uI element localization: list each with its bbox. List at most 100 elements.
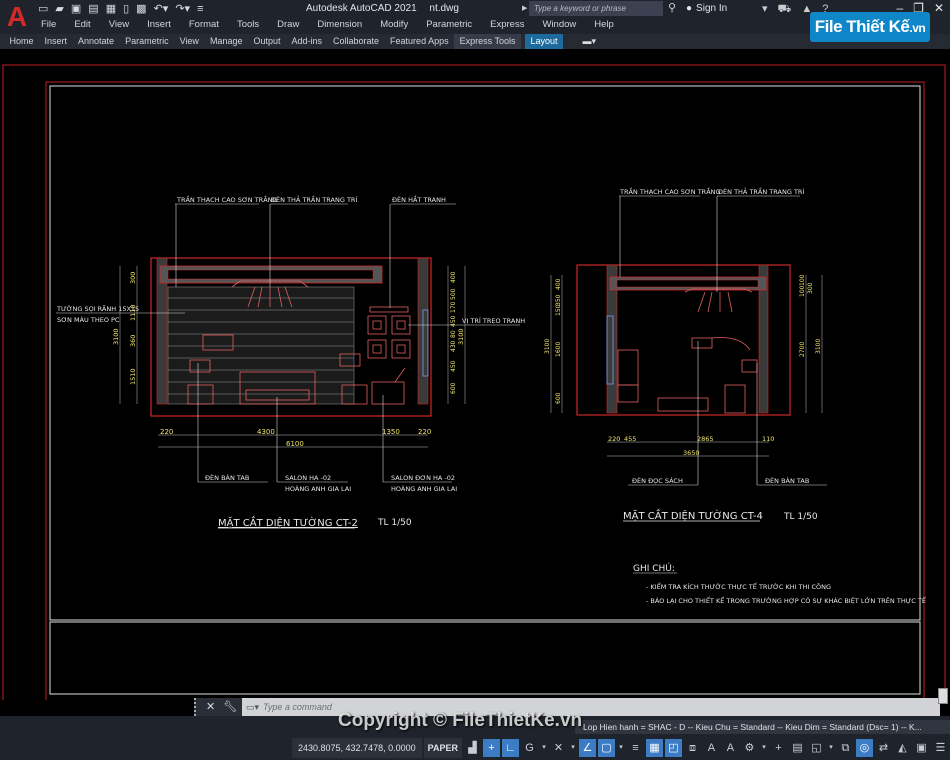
quick-access-toolbar: ▭ ▰ ▣ ▤ ▦ ▯ ▩ ↶▾ ↷▾ ≡ (38, 2, 203, 16)
ct2-label-pendant: ĐÈN THẢ TRẦN TRANG TRÍ (271, 194, 357, 204)
ribbon-options-dropdown-icon[interactable]: ▬▾ (577, 34, 602, 49)
watermark-logo-suffix: .vn (909, 21, 926, 35)
ortho-icon[interactable]: ∟ (501, 739, 519, 757)
tab-view[interactable]: View (174, 34, 204, 49)
tab-add-ins[interactable]: Add-ins (286, 34, 328, 49)
search-input[interactable]: Type a keyword or phrase (529, 1, 663, 16)
tab-insert[interactable]: Insert (39, 34, 73, 49)
search-expand-icon[interactable]: ▶ (522, 2, 527, 16)
workspace-gear-icon[interactable]: ⚙ (741, 739, 758, 757)
menu-dimension[interactable]: Dimension (308, 18, 371, 32)
command-prompt-icon[interactable]: ▭▾ (246, 702, 259, 712)
window-title: Autodesk AutoCAD 2021 nt.dwg (306, 2, 459, 16)
tab-annotate[interactable]: Annotate (73, 34, 120, 49)
units-icon[interactable]: ▤ (789, 739, 806, 757)
customization-menu-icon[interactable]: ☰ (932, 739, 949, 757)
dynamic-ucs-icon[interactable]: ∠ (578, 739, 596, 757)
ct2-label-chair-2: HOÀNG ANH GIA LAI (391, 484, 457, 493)
selection-cycling-icon[interactable]: ▢ (597, 739, 615, 757)
quick-view-icon[interactable]: ◱ (808, 739, 825, 757)
annotation-monitor-icon[interactable]: + (770, 739, 787, 757)
quick-properties-icon[interactable]: ◰ (664, 739, 682, 757)
open-icon[interactable]: ▰ (55, 2, 63, 16)
tab-manage[interactable]: Manage (204, 34, 248, 49)
cart-icon[interactable]: ⛟ (778, 2, 792, 16)
search-icon[interactable]: ⚲ (668, 1, 676, 14)
command-line-grip[interactable] (194, 698, 202, 716)
menu-parametric[interactable]: Parametric (417, 18, 481, 32)
tab-featured-apps[interactable]: Featured Apps (385, 34, 455, 49)
menu-tools[interactable]: Tools (228, 18, 268, 32)
publish-icon[interactable]: ▯ (123, 2, 129, 16)
menu-window[interactable]: Window (533, 18, 585, 32)
undo-icon[interactable]: ↶▾ (154, 2, 169, 16)
annotation-visibility-icon[interactable]: ⧈ (684, 739, 701, 757)
tab-collaborate[interactable]: Collaborate (328, 34, 385, 49)
annotation-scale-icon[interactable]: A (703, 739, 720, 757)
menu-view[interactable]: View (100, 18, 138, 32)
ct4-label-ceiling: TRẦN THẠCH CAO SƠN TRẮNG (619, 186, 721, 196)
scrollbar-handle[interactable] (938, 688, 948, 704)
menu-help[interactable]: Help (585, 18, 623, 32)
copyright-watermark: Copyright © FileThietKe.vn (338, 710, 583, 731)
workspace-dropdown-icon[interactable]: ▾ (760, 739, 768, 757)
customize-icon[interactable]: ≡ (197, 2, 203, 16)
plot-icon[interactable]: ▦ (106, 2, 116, 16)
object-snap-icon[interactable]: ✕ (550, 739, 567, 757)
tab-parametric[interactable]: Parametric (120, 34, 175, 49)
polar-dropdown-icon[interactable]: ▾ (540, 739, 548, 757)
menu-express[interactable]: Express (481, 18, 533, 32)
paper-space-toggle[interactable]: PAPER (423, 738, 462, 758)
clean-screen-icon[interactable]: ▣ (913, 739, 930, 757)
coordinates-readout[interactable]: 2430.8075, 432.7478, 0.0000 (292, 738, 422, 758)
selection-dropdown-icon[interactable]: ▾ (617, 739, 625, 757)
transparency-icon[interactable]: ▦ (645, 739, 663, 757)
new-icon[interactable]: ▭ (38, 2, 48, 16)
menu-insert[interactable]: Insert (138, 18, 180, 32)
tab-output[interactable]: Output (248, 34, 286, 49)
notes-item-1: - KIỂM TRA KÍCH THƯỚC THỰC TẾ TRƯỚC KHI … (646, 581, 831, 591)
customize-wrench-icon[interactable]: 🔧︎ (223, 698, 237, 716)
quick-view-dropdown-icon[interactable]: ▾ (827, 739, 835, 757)
save-as-icon[interactable]: ▤ (88, 2, 98, 16)
save-icon[interactable]: ▣ (71, 2, 81, 16)
menu-modify[interactable]: Modify (371, 18, 417, 32)
menu-draw[interactable]: Draw (268, 18, 308, 32)
ct4-dim-right-3: 2700 (799, 342, 806, 357)
model-layout-icon[interactable]: ▟ (464, 739, 481, 757)
autocad-logo-icon[interactable]: A (4, 2, 30, 32)
tab-express-tools[interactable]: Express Tools (454, 34, 521, 49)
polar-tracking-icon[interactable]: G (521, 739, 538, 757)
menu-edit[interactable]: Edit (65, 18, 99, 32)
auto-scale-icon[interactable]: A (722, 739, 739, 757)
ct2-dim-right-2: 500 (450, 288, 457, 300)
hardware-acceleration-icon[interactable]: ◎ (855, 739, 873, 757)
sign-in-button[interactable]: ● Sign In (686, 2, 727, 16)
ct4-dim-right-1: 100 (799, 274, 806, 286)
close-command-icon[interactable]: ✕ (206, 698, 215, 716)
menu-file[interactable]: File (32, 18, 65, 32)
snap-icon[interactable]: + (482, 739, 500, 757)
redo-icon[interactable]: ↷▾ (175, 2, 190, 16)
ct4-leaders (619, 195, 827, 486)
close-icon[interactable]: ✕ (934, 1, 944, 15)
ct2-label-picture-light: ĐÈN HẮT TRANH (392, 194, 446, 204)
tab-home[interactable]: Home (4, 34, 39, 49)
graphics-performance-icon[interactable]: ◭ (894, 739, 911, 757)
ct4-dimension-lines (550, 275, 823, 457)
dropdown-icon[interactable]: ▾ (762, 2, 768, 16)
sign-in-label: Sign In (696, 3, 728, 14)
osnap-dropdown-icon[interactable]: ▾ (569, 739, 577, 757)
ct2-label-sofa-1: SALON HA -02 (285, 474, 331, 482)
tab-layout[interactable]: Layout (524, 34, 563, 49)
isolate-objects-icon[interactable]: ⧉ (837, 739, 854, 757)
watermark-logo: File Thiết Kế.vn (810, 12, 930, 42)
ct4-label-lamp: ĐÈN BÀN TAB (765, 476, 809, 485)
menu-format[interactable]: Format (180, 18, 228, 32)
print-icon[interactable]: ▩ (136, 2, 146, 16)
ct2-label-wall-2: SƠN MÀU THEO PC (57, 315, 120, 324)
isolate-icon[interactable]: ⇄ (875, 739, 892, 757)
lineweight-icon[interactable]: ≡ (627, 739, 644, 757)
ct4-dim-total: 3650 (683, 449, 700, 457)
drawing-canvas[interactable]: TRẦN THẠCH CAO SƠN TRẮNG ĐÈN THẢ TRẦN TR… (0, 49, 950, 700)
